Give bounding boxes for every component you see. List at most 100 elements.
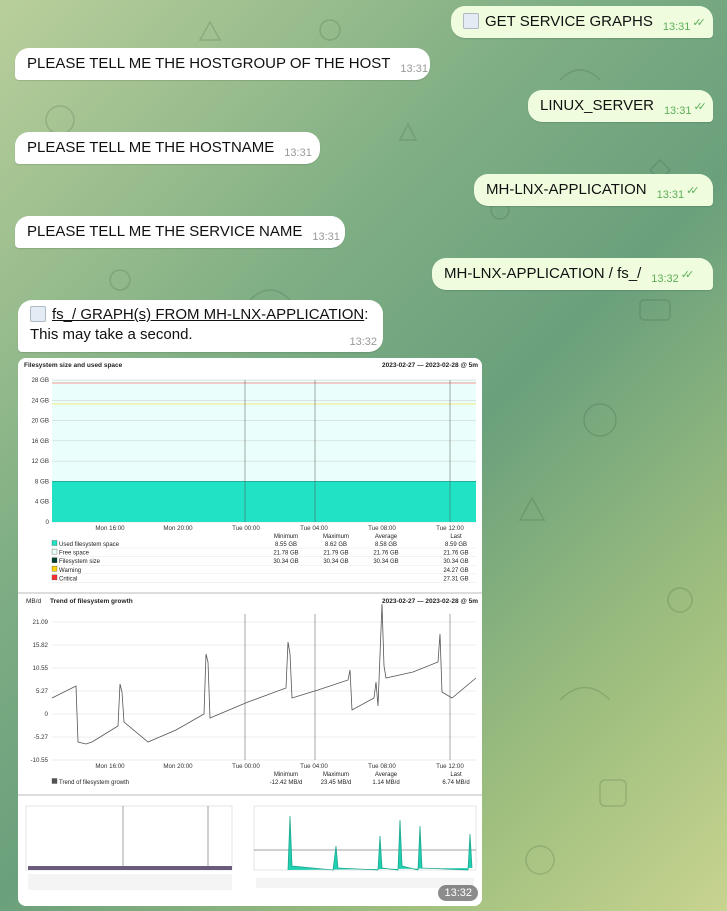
message-time: 13:32 [349,336,377,348]
legend-value: 1.14 MB/d [372,780,399,786]
legend-column-header: Average [375,534,398,540]
message-text: GET SERVICE GRAPHS [485,13,653,30]
x-tick-label: Tue 00:00 [232,763,260,770]
x-tick-label: Tue 00:00 [232,525,260,532]
legend-value: 30.34 GB [323,559,348,565]
message-text: This may take a second. [30,326,193,343]
legend-value: 30.34 GB [373,559,398,565]
legend-value: 27.31 GB [443,576,468,582]
y-tick-label: 0 [46,519,50,526]
message-outgoing[interactable]: LINUX_SERVER 13:31 ✓✓ [528,90,713,122]
y-tick-label: 21.09 [33,619,49,626]
legend-value: 21.78 GB [273,551,298,557]
x-tick-label: Mon 20:00 [163,525,193,532]
image-timestamp: 13:32 [438,885,478,901]
y-tick-label: 24 GB [31,397,49,404]
legend-value: 21.76 GB [443,551,468,557]
legend-label: Critical [59,576,77,582]
legend-value: 8.59 GB [445,542,467,548]
legend-value: 21.79 GB [323,551,348,557]
graph-image[interactable]: Filesystem size and used space 2023-02-2… [18,358,482,906]
filesystem-trend-graph: MB/d Trend of filesystem growth 2023-02-… [18,594,482,794]
message-time: 13:31 [663,105,692,117]
message-time: 13:31 [662,21,691,33]
x-tick-label: Tue 08:00 [368,525,396,532]
read-checkmarks-icon: ✓✓ [686,185,700,197]
message-text: PLEASE TELL ME THE HOSTGROUP OF THE HOST [27,55,391,72]
chart-icon [30,306,46,322]
message-text: MH-LNX-APPLICATION [486,181,647,198]
y-tick-label: 20 GB [31,418,49,425]
message-outgoing[interactable]: MH-LNX-APPLICATION 13:31 ✓✓ [474,174,713,206]
graph-thumbnails [18,796,482,906]
graph1-plot: 28 GB 24 GB 20 GB 16 GB 12 GB 8 GB 4 GB 0 Mon 16… [31,377,476,583]
y-tick-label: 5.27 [36,688,49,695]
legend-value: 24.27 GB [443,568,468,574]
message-text: LINUX_SERVER [540,97,654,114]
legend-label: Warning [59,568,81,574]
message-outgoing[interactable]: GET SERVICE GRAPHS 13:31 ✓✓ [451,6,713,38]
y-tick-label: 16 GB [31,438,49,445]
x-tick-label: Mon 20:00 [163,763,193,770]
legend-column-header: Maximum [323,534,349,540]
legend-value: -12.42 MB/d [270,780,303,786]
legend-column-header: Last [450,772,462,778]
legend-column-header: Minimum [274,772,298,778]
legend-label: Filesystem size [59,559,101,565]
y-tick-label: -10.55 [30,757,48,764]
x-tick-label: Tue 04:00 [300,763,328,770]
y-tick-label: 10.55 [33,665,49,672]
legend-column-header: Average [375,772,398,778]
legend-value: 23.45 MB/d [321,780,352,786]
message-time: 13:31 [312,231,340,243]
legend-swatch [51,566,58,572]
x-tick-label: Tue 04:00 [300,525,328,532]
message-incoming[interactable]: PLEASE TELL ME THE HOSTNAME 13:31 [15,132,320,164]
legend-value: 8.55 GB [275,542,297,548]
message-time: 13:31 [284,147,312,159]
message-text: PLEASE TELL ME THE SERVICE NAME [27,223,303,240]
y-tick-label: 28 GB [31,377,49,384]
message-incoming[interactable]: PLEASE TELL ME THE SERVICE NAME 13:31 [15,216,345,248]
y-tick-label: 8 GB [35,478,49,485]
message-incoming[interactable]: PLEASE TELL ME THE HOSTGROUP OF THE HOST… [15,48,430,80]
message-time: 13:31 [656,189,685,201]
legend-swatch [51,778,58,784]
x-tick-label: Tue 08:00 [368,763,396,770]
filesystem-size-graph: Filesystem size and used space 2023-02-2… [18,358,482,592]
legend-value: 30.34 GB [443,559,468,565]
legend-swatch [51,557,58,563]
legend-value: 8.58 GB [375,542,397,548]
legend-column-header: Minimum [274,534,298,540]
read-checkmarks-icon: ✓✓ [693,101,707,113]
trend-line [51,603,477,745]
chart-icon [463,13,479,29]
message-text: MH-LNX-APPLICATION / fs_/ [444,265,642,282]
legend-column-header: Maximum [323,772,349,778]
legend-swatch [51,574,58,581]
legend-swatch [51,540,58,546]
y-tick-label: 15.82 [33,642,49,649]
y-tick-label: 4 GB [35,499,49,506]
graph-link[interactable]: fs_/ GRAPH(s) FROM MH-LNX-APPLICATION [52,306,364,323]
x-tick-label: Tue 12:00 [436,525,464,532]
legend-column-header: Last [450,534,462,540]
graph2-plot: 21.09 15.82 10.55 5.27 0 -5.27 -10.55 Mon 16:00… [30,603,477,786]
legend-label: Free space [59,551,90,557]
read-checkmarks-icon: ✓✓ [680,269,695,281]
used-space-area [52,481,476,522]
x-tick-label: Mon 16:00 [95,763,125,770]
read-checkmarks-icon: ✓✓ [692,17,706,29]
message-incoming[interactable]: fs_/ GRAPH(s) FROM MH-LNX-APPLICATION: T… [18,300,383,352]
message-text: PLEASE TELL ME THE HOSTNAME [27,139,275,156]
legend-value: 21.76 GB [373,551,398,557]
y-tick-label: 12 GB [31,458,49,465]
message-time: 13:32 [651,273,679,285]
legend-label: Used filesystem space [59,542,120,548]
legend-swatch [51,548,58,555]
legend-value: 8.62 GB [325,542,347,548]
y-tick-label: -5.27 [34,734,49,741]
y-tick-label: 0 [45,711,49,718]
x-tick-label: Mon 16:00 [95,525,125,532]
message-outgoing[interactable]: MH-LNX-APPLICATION / fs_/ 13:32 ✓✓ [432,258,713,290]
